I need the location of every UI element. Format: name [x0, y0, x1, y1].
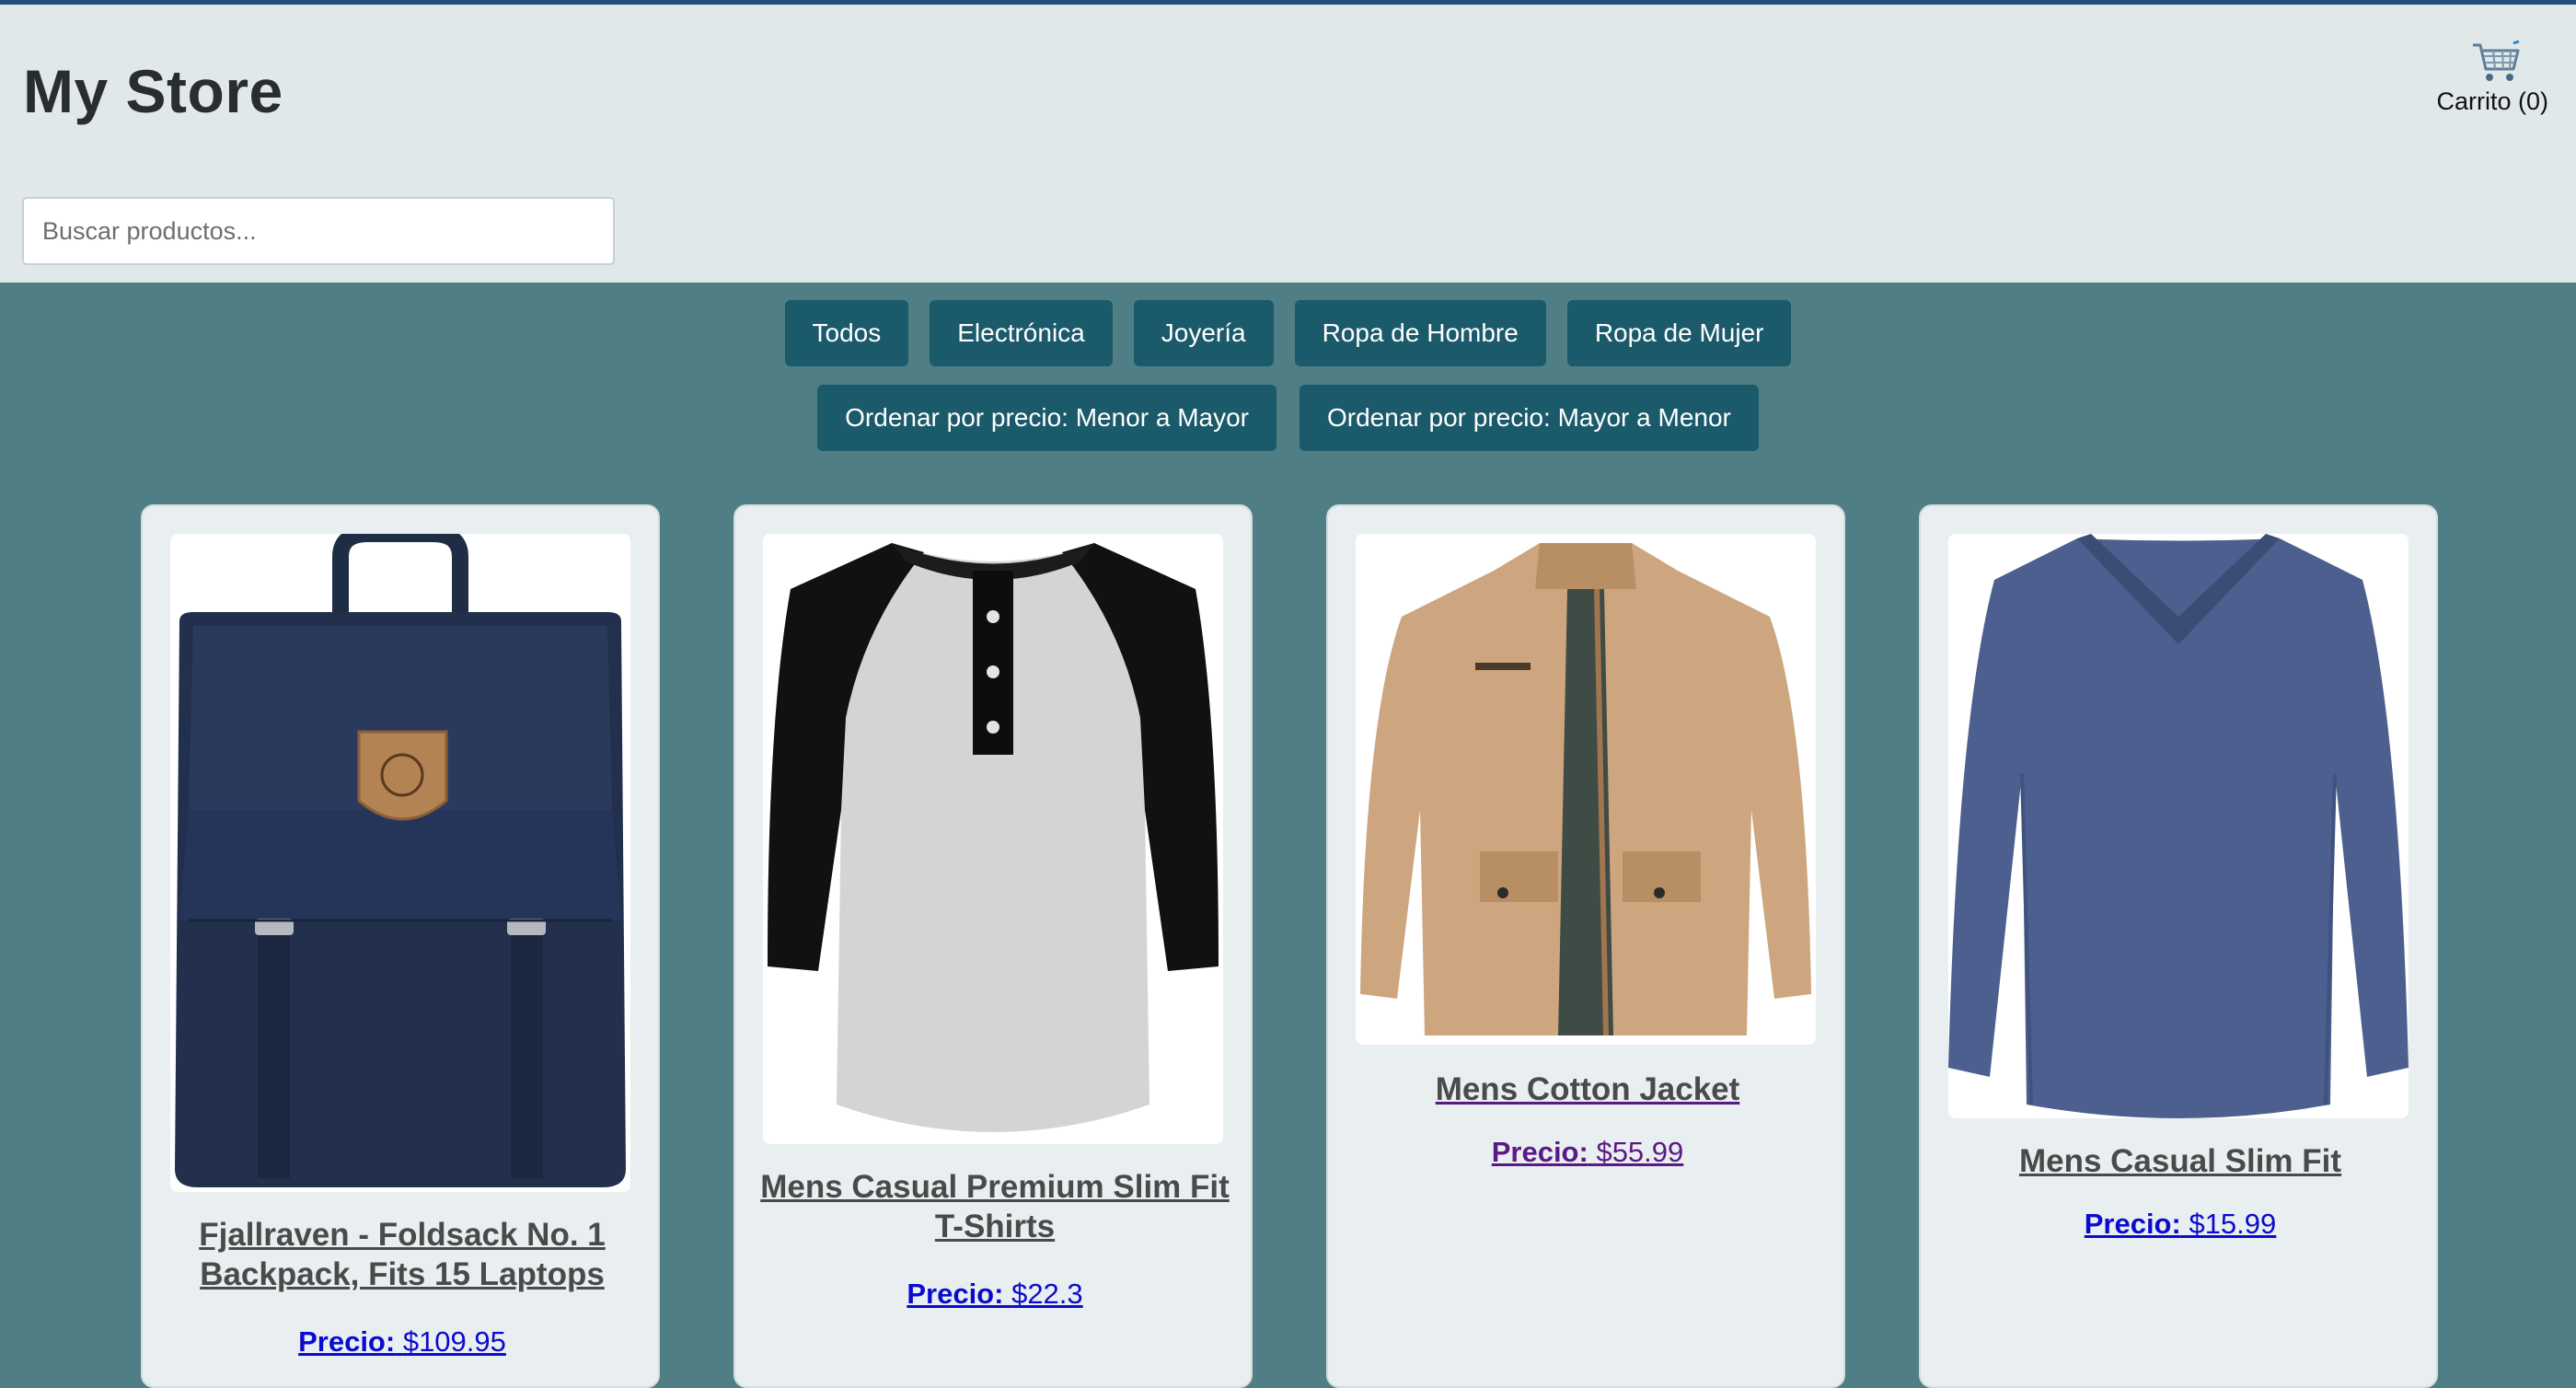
cart-button[interactable]: Carrito (0): [2383, 40, 2548, 122]
price-label: Precio:: [907, 1278, 1004, 1310]
price-value: $22.3: [1011, 1278, 1083, 1310]
price-label: Precio:: [2084, 1208, 2181, 1240]
product-title[interactable]: Mens Cotton Jacket: [1346, 1070, 1829, 1109]
product-image-long-sleeve-shirt[interactable]: [1948, 534, 2409, 1118]
price-label: Precio:: [1491, 1136, 1588, 1168]
filter-mens-clothing-button[interactable]: Ropa de Hombre: [1294, 300, 1546, 366]
product-price[interactable]: Precio: $15.99: [1939, 1208, 2421, 1241]
price-label: Precio:: [298, 1325, 396, 1358]
product-card: Fjallraven - Foldsack No. 1 Backpack, Fi…: [141, 504, 660, 1388]
search-bar: [0, 173, 2576, 283]
price-value: $15.99: [2189, 1208, 2277, 1240]
product-image-backpack[interactable]: [170, 534, 630, 1192]
product-card: Mens Cotton Jacket Precio: $55.99: [1326, 504, 1845, 1388]
site-header: My Store Carrito (0): [0, 5, 2576, 173]
product-card: Mens Casual Premium Slim Fit T-Shirts Pr…: [734, 504, 1253, 1388]
product-card: Mens Casual Slim Fit Precio: $15.99: [1919, 504, 2438, 1388]
product-price[interactable]: Precio: $109.95: [161, 1325, 643, 1359]
price-value: $55.99: [1596, 1136, 1684, 1168]
product-title[interactable]: Fjallraven - Foldsack No. 1 Backpack, Fi…: [161, 1215, 643, 1294]
product-title[interactable]: Mens Casual Slim Fit: [1939, 1141, 2421, 1181]
cart-label[interactable]: Carrito (0): [2436, 87, 2548, 116]
category-filters: Todos Electrónica Joyería Ropa de Hombre…: [0, 300, 2576, 366]
search-input[interactable]: [22, 197, 615, 265]
site-title: My Store: [23, 57, 283, 125]
product-image-tshirt[interactable]: [763, 534, 1223, 1144]
filter-womens-clothing-button[interactable]: Ropa de Mujer: [1566, 300, 1792, 366]
filter-jewelry-button[interactable]: Joyería: [1133, 300, 1274, 366]
filter-all-button[interactable]: Todos: [784, 300, 909, 366]
sort-options: Ordenar por precio: Menor a Mayor Ordena…: [0, 385, 2576, 451]
product-price[interactable]: Precio: $55.99: [1346, 1136, 1829, 1169]
product-price[interactable]: Precio: $22.3: [754, 1278, 1236, 1311]
shopping-cart-icon[interactable]: [2471, 40, 2521, 84]
product-image-jacket[interactable]: [1356, 534, 1816, 1045]
price-value: $109.95: [402, 1325, 506, 1358]
filter-electronics-button[interactable]: Electrónica: [930, 300, 1113, 366]
product-grid: Fjallraven - Foldsack No. 1 Backpack, Fi…: [0, 504, 2576, 1388]
sort-price-desc-button[interactable]: Ordenar por precio: Mayor a Menor: [1300, 385, 1759, 451]
sort-price-asc-button[interactable]: Ordenar por precio: Menor a Mayor: [817, 385, 1276, 451]
product-title[interactable]: Mens Casual Premium Slim Fit T-Shirts: [754, 1167, 1236, 1246]
